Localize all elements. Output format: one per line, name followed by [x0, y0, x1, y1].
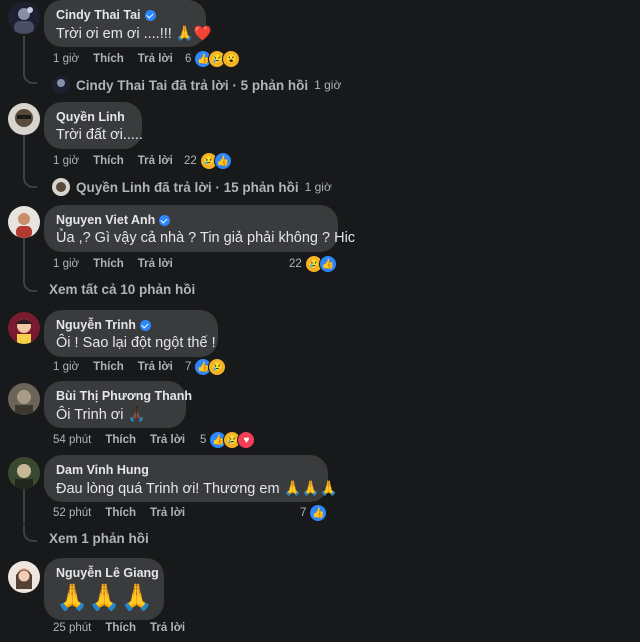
author-name[interactable]: Bùi Thị Phương Thanh: [56, 389, 192, 403]
author-name[interactable]: Dam Vinh Hung: [56, 463, 316, 477]
like-button[interactable]: Thích: [93, 258, 124, 270]
author-name[interactable]: Nguyen Viet Anh: [56, 213, 326, 227]
comment-time[interactable]: 1 giờ: [53, 53, 79, 65]
like-button[interactable]: Thích: [105, 507, 136, 519]
reply-button[interactable]: Trả lời: [150, 622, 185, 634]
avatar: [52, 76, 70, 94]
reply-button[interactable]: Trả lời: [138, 53, 173, 65]
sad-reaction-icon: 😢: [208, 358, 227, 376]
comment-bubble: Dam Vinh Hung Đau lòng quá Trinh ơi! Thư…: [44, 455, 338, 502]
view-replies-link[interactable]: Cindy Thai Tai đã trả lời · 5 phản hồi 1…: [52, 76, 341, 94]
comment-bubble: Quyền Linh Trời đất ơi.....: [44, 102, 143, 149]
avatar[interactable]: [8, 2, 40, 34]
comment-actions: 52 phút Thích Trả lời: [53, 507, 185, 519]
replies-time: 1 giờ: [304, 180, 332, 194]
author-name[interactable]: Cindy Thai Tai: [56, 8, 194, 22]
thread-curve: [23, 66, 37, 84]
comment-text: Đau lòng quá Trinh ơi! Thương em 🙏🙏🙏: [56, 481, 338, 497]
view-all-label: Xem 1 phản hồi: [49, 531, 149, 546]
view-all-label: Xem tất cả 10 phản hồi: [49, 282, 196, 297]
reaction-summary[interactable]: 7 👍 😢: [185, 358, 227, 376]
verified-badge-icon: [139, 319, 151, 331]
comment-time[interactable]: 1 giờ: [53, 361, 79, 373]
view-replies-link[interactable]: Quyền Linh đã trả lời · 15 phản hồi 1 gi…: [52, 178, 332, 196]
thread-curve: [23, 170, 37, 188]
reply-button[interactable]: Trả lời: [138, 155, 173, 167]
avatar[interactable]: [8, 103, 40, 135]
avatar[interactable]: [8, 561, 40, 593]
comment-time[interactable]: 52 phút: [53, 507, 91, 519]
replies-label: Cindy Thai Tai đã trả lời · 5 phản hồi: [76, 77, 309, 93]
comment-actions: 1 giờ Thích Trả lời: [53, 155, 173, 167]
avatar[interactable]: [8, 457, 40, 489]
reply-button[interactable]: Trả lời: [150, 507, 185, 519]
comment-actions: 25 phút Thích Trả lời: [53, 622, 185, 634]
reaction-count: 5: [200, 434, 207, 446]
thread-line: [23, 236, 25, 276]
like-reaction-icon: 👍: [213, 152, 232, 170]
like-button[interactable]: Thích: [93, 155, 124, 167]
comment-text: Trời đất ơi.....: [56, 127, 143, 143]
avatar[interactable]: [8, 312, 40, 344]
wow-reaction-icon: 😮: [222, 50, 241, 68]
reaction-summary[interactable]: 22 😢 👍: [289, 255, 337, 273]
comment-text: 🙏🙏🙏: [56, 582, 154, 612]
replies-label: Quyền Linh đã trả lời · 15 phản hồi: [76, 179, 299, 195]
comment-text: Ủa ,? Gì vậy cả nhà ? Tin giả phải không…: [56, 230, 356, 246]
like-button[interactable]: Thích: [105, 434, 136, 446]
comment-bubble: Bùi Thị Phương Thanh Ôi Trinh ơi 🙏🏿: [44, 381, 192, 428]
like-button[interactable]: Thích: [93, 53, 124, 65]
reaction-count: 6: [185, 53, 192, 65]
avatar: [52, 178, 70, 196]
verified-badge-icon: [144, 9, 156, 21]
comment-actions: 54 phút Thích Trả lời: [53, 434, 185, 446]
reply-button[interactable]: Trả lời: [150, 434, 185, 446]
comment-bubble: Nguyen Viet Anh Ủa ,? Gì vậy cả nhà ? Ti…: [44, 205, 356, 252]
replies-time: 1 giờ: [314, 78, 342, 92]
view-replies-link[interactable]: Xem 1 phản hồi: [49, 531, 149, 546]
author-name[interactable]: Quyền Linh: [56, 110, 130, 124]
like-reaction-icon: 👍: [318, 255, 337, 273]
reply-button[interactable]: Trả lời: [138, 258, 173, 270]
comment-bubble: Nguyễn Trinh Ôi ! Sao lại đột ngột thế !: [44, 310, 218, 357]
comment-bubble: Nguyễn Lê Giang 🙏🙏🙏: [44, 558, 164, 620]
comment-actions: 1 giờ Thích Trả lời: [53, 361, 173, 373]
reaction-count: 7: [185, 361, 192, 373]
author-name[interactable]: Nguyễn Lê Giang: [56, 566, 159, 580]
comment-text: Ôi ! Sao lại đột ngột thế !: [56, 335, 216, 351]
comment-actions: 1 giờ Thích Trả lời: [53, 258, 173, 270]
reaction-count: 22: [289, 258, 302, 270]
reaction-count: 7: [300, 507, 307, 519]
thread-line: [23, 487, 25, 523]
avatar[interactable]: [8, 206, 40, 238]
comment-text: Trời ơi em ơi ....!!! 🙏❤️: [56, 26, 212, 42]
comment-time[interactable]: 54 phút: [53, 434, 91, 446]
reaction-summary[interactable]: 5 👍 😢 ♥: [200, 431, 256, 449]
reaction-count: 22: [184, 155, 197, 167]
like-button[interactable]: Thích: [93, 361, 124, 373]
like-reaction-icon: 👍: [309, 504, 328, 522]
verified-badge-icon: [159, 214, 171, 226]
comment-time[interactable]: 1 giờ: [53, 155, 79, 167]
comment-time[interactable]: 1 giờ: [53, 258, 79, 270]
reaction-summary[interactable]: 22 😢 👍: [184, 152, 232, 170]
thread-line: [23, 134, 25, 174]
avatar[interactable]: [8, 383, 40, 415]
love-reaction-icon: ♥: [237, 431, 256, 449]
comment-text: Ôi Trinh ơi 🙏🏿: [56, 407, 146, 423]
like-button[interactable]: Thích: [105, 622, 136, 634]
thread-curve: [23, 524, 37, 542]
author-name[interactable]: Nguyễn Trinh: [56, 318, 206, 332]
reaction-summary[interactable]: 7 👍: [300, 504, 328, 522]
comment-actions: 1 giờ Thích Trả lời: [53, 53, 173, 65]
thread-curve: [23, 274, 37, 292]
reply-button[interactable]: Trả lời: [138, 361, 173, 373]
reaction-summary[interactable]: 6 👍 😢 😮: [185, 50, 241, 68]
view-all-replies-link[interactable]: Xem tất cả 10 phản hồi: [49, 282, 195, 297]
comment-time[interactable]: 25 phút: [53, 622, 91, 634]
comment-bubble: Cindy Thai Tai Trời ơi em ơi ....!!! 🙏❤️: [44, 0, 212, 47]
